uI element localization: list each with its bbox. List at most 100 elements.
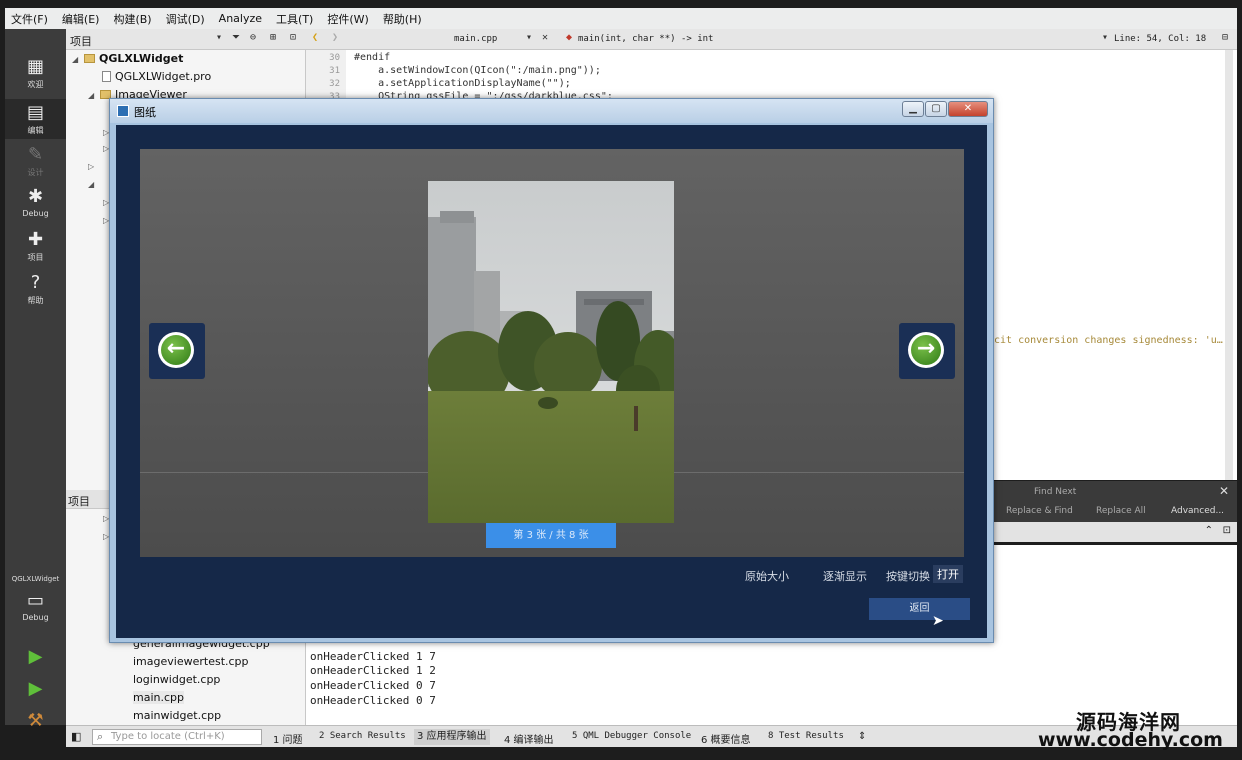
mode-welcome-label: 欢迎 bbox=[27, 80, 44, 89]
arrow-right-icon: → bbox=[911, 335, 941, 365]
image-viewer-dialog: 图纸 ▁ ▢ ✕ ← → 第 3 张 / 共 8 张 原始大小 逐渐显示 按键切… bbox=[109, 98, 994, 643]
key-switch-toggle[interactable]: 打开 bbox=[933, 565, 963, 583]
filter-icon[interactable]: ⏷ bbox=[232, 32, 240, 43]
debug-run-icon: ▶ bbox=[28, 678, 43, 699]
minimize-button[interactable]: ▁ bbox=[902, 101, 924, 117]
function-icon: ◆ bbox=[566, 32, 573, 43]
pane-more-icon[interactable]: ⇕ bbox=[858, 731, 866, 742]
file-tab[interactable]: main.cpp bbox=[454, 34, 497, 44]
monitor-icon: ▭ bbox=[26, 590, 44, 611]
pane-qml-console[interactable]: 5 QML Debugger Console bbox=[572, 731, 691, 741]
mode-edit[interactable]: ▤ 编辑 bbox=[5, 99, 66, 139]
mode-design[interactable]: ✎ 设计 bbox=[5, 145, 66, 178]
close-find-icon[interactable]: ✕ bbox=[1219, 484, 1229, 498]
replace-all-button[interactable]: Replace All bbox=[1096, 506, 1146, 516]
menu-edit[interactable]: 编辑(E) bbox=[62, 11, 100, 27]
pane-test-results[interactable]: 8 Test Results bbox=[768, 731, 844, 741]
dialog-title-bar[interactable]: 图纸 ▁ ▢ ✕ bbox=[110, 99, 993, 123]
mode-projects[interactable]: ✚ 项目 bbox=[5, 230, 66, 263]
app-icon bbox=[117, 105, 129, 117]
code-line: #endif bbox=[354, 52, 391, 63]
expand-icon[interactable]: ◢ bbox=[88, 180, 94, 189]
close-button[interactable]: ✕ bbox=[948, 101, 988, 117]
pane-app-output[interactable]: 3 应用程序输出 bbox=[414, 729, 490, 745]
collapse-up-icon[interactable]: ⌃ bbox=[1205, 525, 1213, 536]
fade-in-button[interactable]: 逐渐显示 bbox=[823, 568, 867, 584]
kit-project-name: QGLXLWidget bbox=[11, 575, 60, 583]
back-icon[interactable]: ❮ bbox=[312, 32, 318, 43]
pane-general-messages[interactable]: 6 概要信息 bbox=[701, 731, 751, 746]
pane-compile-output[interactable]: 4 编译输出 bbox=[504, 731, 554, 746]
photo-scene bbox=[428, 181, 674, 523]
line-number: 31 bbox=[329, 66, 340, 76]
key-switch-label: 按键切换 bbox=[886, 570, 930, 583]
menu-tools[interactable]: 工具(T) bbox=[276, 11, 313, 27]
bug-icon: ✱ bbox=[27, 186, 44, 207]
menu-help[interactable]: 帮助(H) bbox=[383, 11, 422, 27]
line-dropdown-icon[interactable]: ▾ bbox=[1102, 32, 1108, 43]
output-line: onHeaderClicked 0 7 bbox=[310, 694, 436, 707]
editor-scrollbar[interactable] bbox=[1225, 50, 1233, 480]
menu-bar: 文件(F) 编辑(E) 构建(B) 调试(D) Analyze 工具(T) 控件… bbox=[5, 8, 1237, 29]
debug-run-button[interactable]: ▶ bbox=[5, 679, 66, 701]
line-number: 30 bbox=[329, 53, 340, 63]
image-viewer-area: ← → 第 3 张 / 共 8 张 bbox=[140, 149, 964, 557]
mouse-cursor-icon: ➤ bbox=[932, 613, 944, 629]
menu-widgets[interactable]: 控件(W) bbox=[327, 11, 368, 27]
mode-help[interactable]: ? 帮助 bbox=[5, 273, 66, 306]
close-panel-icon[interactable]: ⊡ bbox=[290, 32, 296, 43]
dialog-title: 图纸 bbox=[134, 106, 156, 119]
sidebar-toggle-icon[interactable]: ◧ bbox=[71, 730, 81, 743]
file-item-selected[interactable]: main.cpp bbox=[133, 691, 184, 704]
output-line: onHeaderClicked 1 7 bbox=[310, 650, 436, 663]
run-icon: ▶ bbox=[28, 646, 43, 667]
mode-help-label: 帮助 bbox=[27, 296, 44, 305]
original-size-button[interactable]: 原始大小 bbox=[745, 568, 789, 584]
advanced-button[interactable]: Advanced... bbox=[1171, 506, 1224, 516]
expand-icon[interactable]: ◢ bbox=[72, 55, 78, 64]
menu-analyze[interactable]: Analyze bbox=[219, 12, 262, 25]
edit-icon: ▤ bbox=[26, 102, 44, 123]
mode-debug-label: Debug bbox=[22, 209, 49, 218]
pane-search-results[interactable]: 2 Search Results bbox=[319, 731, 406, 741]
file-icon bbox=[102, 71, 111, 82]
locator-input[interactable]: ⌕ Type to locate (Ctrl+K) bbox=[92, 729, 262, 745]
kit-selector[interactable]: ▭ Debug bbox=[5, 590, 66, 623]
menu-file[interactable]: 文件(F) bbox=[11, 11, 48, 27]
function-selector[interactable]: main(int, char **) -> int bbox=[578, 34, 713, 44]
tree-pro-file[interactable]: QGLXLWidget.pro bbox=[102, 70, 211, 83]
mode-welcome[interactable]: ▦ 欢迎 bbox=[5, 57, 66, 90]
maximize-panel-icon[interactable]: ⊡ bbox=[1223, 525, 1231, 536]
link-icon[interactable]: ⊖ bbox=[250, 32, 256, 43]
file-item[interactable]: mainwidget.cpp bbox=[133, 709, 221, 722]
panel-dropdown-icon[interactable]: ▾ bbox=[216, 32, 222, 43]
forward-icon[interactable]: ❯ bbox=[332, 32, 338, 43]
find-next-button[interactable]: Find Next bbox=[1034, 487, 1076, 497]
file-dropdown-icon[interactable]: ▾ bbox=[526, 32, 532, 43]
file-item[interactable]: imageviewertest.cpp bbox=[133, 655, 249, 668]
expand-icon[interactable]: ◢ bbox=[88, 91, 94, 100]
mode-edit-label: 编辑 bbox=[27, 126, 44, 135]
maximize-button[interactable]: ▢ bbox=[925, 101, 947, 117]
mode-debug[interactable]: ✱ Debug bbox=[5, 186, 66, 219]
split-icon[interactable]: ⊞ bbox=[270, 32, 276, 43]
collapse-icon[interactable]: ▷ bbox=[88, 162, 94, 171]
previous-image-button[interactable]: ← bbox=[149, 323, 205, 379]
return-button[interactable]: 返回 bbox=[869, 598, 970, 620]
next-image-button[interactable]: → bbox=[899, 323, 955, 379]
close-file-icon[interactable]: ✕ bbox=[542, 32, 548, 43]
build-button[interactable]: ⚒ bbox=[5, 711, 66, 733]
replace-find-button[interactable]: Replace & Find bbox=[1006, 506, 1073, 516]
file-item[interactable]: loginwidget.cpp bbox=[133, 673, 220, 686]
menu-debug[interactable]: 调试(D) bbox=[166, 11, 205, 27]
menu-build[interactable]: 构建(B) bbox=[113, 11, 151, 27]
code-line: a.setApplicationDisplayName(""); bbox=[354, 78, 571, 89]
project-panel-title: 项目 bbox=[70, 35, 92, 48]
output-line: onHeaderClicked 1 2 bbox=[310, 664, 436, 677]
displayed-photo bbox=[428, 181, 674, 523]
split-editor-icon[interactable]: ⊟ bbox=[1222, 32, 1228, 43]
run-button[interactable]: ▶ bbox=[5, 647, 66, 669]
tree-root[interactable]: QGLXLWidget bbox=[84, 52, 183, 65]
page-indicator: 第 3 张 / 共 8 张 bbox=[486, 523, 616, 548]
pane-issues[interactable]: 1 问题 bbox=[273, 731, 303, 746]
